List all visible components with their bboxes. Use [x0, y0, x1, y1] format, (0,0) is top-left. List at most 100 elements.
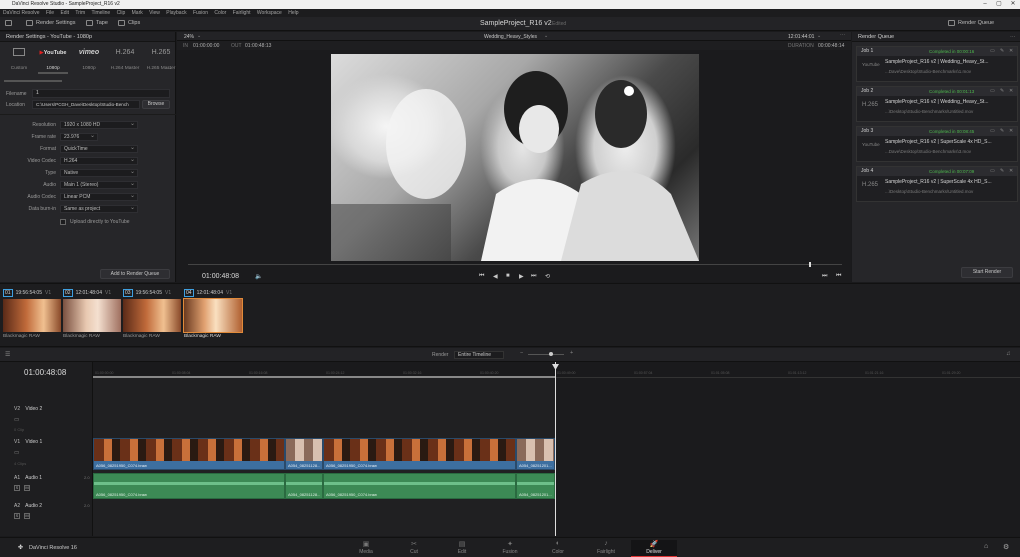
stop-icon[interactable]: ■ [506, 273, 510, 279]
zoom-out-icon[interactable]: − [520, 350, 523, 356]
page-tab-color[interactable]: ◐ Color [535, 540, 581, 557]
folder-icon[interactable]: ▭ [990, 87, 995, 96]
menu-trim[interactable]: Trim [75, 10, 85, 16]
audio-meter-icon[interactable]: ♫ [1006, 351, 1011, 357]
timeline-area[interactable]: 01:00:00:00 01:00:08:04 01:00:16:08 01:0… [93, 362, 1020, 536]
sidebar-toggle-button[interactable] [5, 20, 12, 26]
video-clip-1[interactable]: A056_08251950_C074.braw [93, 438, 285, 470]
track-visibility-icon[interactable]: ▭ [14, 417, 19, 423]
video-codec-select[interactable]: H.264 [60, 157, 138, 165]
track-header-a2[interactable]: A2 Audio 2 2.0 [0, 503, 93, 509]
resolution-select[interactable]: 1920 x 1080 HD [60, 121, 138, 129]
menu-fairlight[interactable]: Fairlight [233, 10, 251, 16]
audio-select[interactable]: Main 1 (Stereo) [60, 181, 138, 189]
preset-custom[interactable]: Custom [4, 46, 34, 74]
minimize-icon[interactable]: – [978, 0, 992, 9]
render-job-1[interactable]: Job 1 Completed in 00:00:16 ▭ ✎ ✕ YouTub… [856, 46, 1018, 82]
page-tab-fusion[interactable]: ✦ Fusion [487, 540, 533, 557]
menu-davinci[interactable]: DaVinci Resolve [3, 10, 40, 16]
upload-youtube-option[interactable]: Upload directly to YouTube [60, 219, 130, 225]
go-to-end-icon[interactable]: ⏭ [531, 273, 536, 280]
edit-pencil-icon[interactable]: ✎ [1000, 47, 1004, 56]
delete-icon[interactable]: ✕ [1009, 127, 1013, 136]
play-reverse-icon[interactable]: ◀ [493, 273, 498, 280]
prev-clip-icon[interactable]: ⏮ [836, 273, 841, 280]
edit-pencil-icon[interactable]: ✎ [1000, 167, 1004, 176]
menu-file[interactable]: File [46, 10, 54, 16]
video-clip-3[interactable]: A056_08251950_C074.braw [323, 438, 516, 470]
menu-workspace[interactable]: Workspace [257, 10, 282, 16]
home-icon[interactable]: ⌂ [984, 543, 988, 550]
render-job-3[interactable]: Job 3 Completed in 00:08:45 ▭ ✎ ✕ YouTub… [856, 126, 1018, 162]
zoom-slider[interactable] [528, 354, 564, 355]
track-header-v2[interactable]: V2 Video 2 [0, 406, 93, 412]
solo-button[interactable]: S [14, 485, 20, 491]
timeline-playhead[interactable] [555, 362, 556, 536]
audio-clip-4[interactable]: A054_08251201... [516, 473, 555, 499]
clip-thumbnail-3[interactable]: 03 19:56:54:05 V1 Blackmagic RAW [123, 289, 181, 339]
track-visibility-icon[interactable]: ▭ [14, 450, 19, 456]
track-header-v1[interactable]: V1 Video 1 [0, 439, 93, 445]
preset-vimeo[interactable]: vimeo 1080p [74, 46, 104, 74]
menu-mark[interactable]: Mark [132, 10, 143, 16]
start-render-button[interactable]: Start Render [961, 267, 1013, 278]
menu-fusion[interactable]: Fusion [193, 10, 208, 16]
solo-button[interactable]: S [14, 513, 20, 519]
timeline-name[interactable]: Wedding_Heavy_Styles [484, 34, 537, 40]
timeline-chevron-icon[interactable]: ⌄ [544, 33, 548, 39]
page-tab-edit[interactable]: ▤ Edit [439, 540, 485, 557]
clip-thumbnail-1[interactable]: 01 19:56:54:05 V1 Blackmagic RAW [3, 289, 61, 339]
preset-youtube[interactable]: ▶YouTube 1080p [38, 46, 68, 74]
tape-button[interactable]: Tape [86, 20, 108, 26]
maximize-icon[interactable]: ▢ [992, 0, 1006, 9]
zoom-in-icon[interactable]: + [570, 350, 573, 356]
upload-checkbox[interactable] [60, 219, 66, 225]
edit-pencil-icon[interactable]: ✎ [1000, 87, 1004, 96]
render-range-select[interactable]: Entire Timeline [454, 351, 504, 359]
page-tab-fairlight[interactable]: ♪ Fairlight [583, 540, 629, 557]
timeline-list-icon[interactable]: ☰ [5, 351, 10, 358]
viewer-options-icon[interactable]: ··· [840, 32, 845, 38]
menu-view[interactable]: View [149, 10, 160, 16]
data-burn-in-select[interactable]: Same as project [60, 205, 138, 213]
zoom-select[interactable]: 24% [184, 34, 194, 40]
render-job-2[interactable]: Job 2 Completed in 00:01:13 ▭ ✎ ✕ H.265 … [856, 86, 1018, 122]
edit-pencil-icon[interactable]: ✎ [1000, 127, 1004, 136]
render-job-4[interactable]: Job 4 Completed in 00:07:09 ▭ ✎ ✕ H.265 … [856, 166, 1018, 202]
preset-h264[interactable]: H.264 H.264 Master [110, 46, 140, 74]
delete-icon[interactable]: ✕ [1009, 87, 1013, 96]
menu-color[interactable]: Color [214, 10, 226, 16]
preset-scrollbar[interactable] [4, 80, 62, 82]
render-settings-button[interactable]: Render Settings [26, 20, 75, 26]
scrubber-bar[interactable] [188, 264, 842, 265]
track-header-a1[interactable]: A1 Audio 1 2.0 [0, 475, 93, 481]
zoom-chevron-icon[interactable]: ⌄ [197, 33, 201, 39]
next-clip-icon[interactable]: ⏭ [822, 273, 827, 280]
video-preview[interactable] [331, 54, 699, 261]
menu-clip[interactable]: Clip [117, 10, 126, 16]
loop-icon[interactable]: ⟲ [545, 273, 550, 280]
location-input[interactable]: C:\Users\PCGH_Dave\Desktop\Studio-Bench [32, 100, 140, 109]
delete-icon[interactable]: ✕ [1009, 167, 1013, 176]
folder-icon[interactable]: ▭ [990, 127, 995, 136]
folder-icon[interactable]: ▭ [990, 167, 995, 176]
audio-clip-2[interactable]: A054_08251128... [285, 473, 323, 499]
format-select[interactable]: QuickTime [60, 145, 138, 153]
menu-edit[interactable]: Edit [60, 10, 69, 16]
mute-button[interactable]: M [24, 485, 30, 491]
settings-gear-icon[interactable]: ⚙ [1003, 543, 1009, 551]
page-tab-cut[interactable]: ✂ Cut [391, 540, 437, 557]
delete-icon[interactable]: ✕ [1009, 47, 1013, 56]
audio-clip-3[interactable]: A056_08251950_C074.braw [323, 473, 516, 499]
frame-rate-select[interactable]: 23.976 [60, 133, 98, 141]
page-tab-media[interactable]: ▣ Media [343, 540, 389, 557]
menu-timeline[interactable]: Timeline [92, 10, 111, 16]
zoom-slider-handle[interactable] [549, 352, 553, 356]
menu-help[interactable]: Help [288, 10, 298, 16]
menu-playback[interactable]: Playback [166, 10, 186, 16]
audio-volume-icon[interactable]: 🔈 [255, 273, 262, 280]
clips-button[interactable]: Clips [118, 20, 140, 26]
queue-options-icon[interactable]: ··· [1010, 32, 1016, 42]
clip-thumbnail-4[interactable]: 04 12:01:48:04 V1 Blackmagic RAW [183, 289, 243, 339]
render-queue-button[interactable]: Render Queue [948, 20, 994, 26]
